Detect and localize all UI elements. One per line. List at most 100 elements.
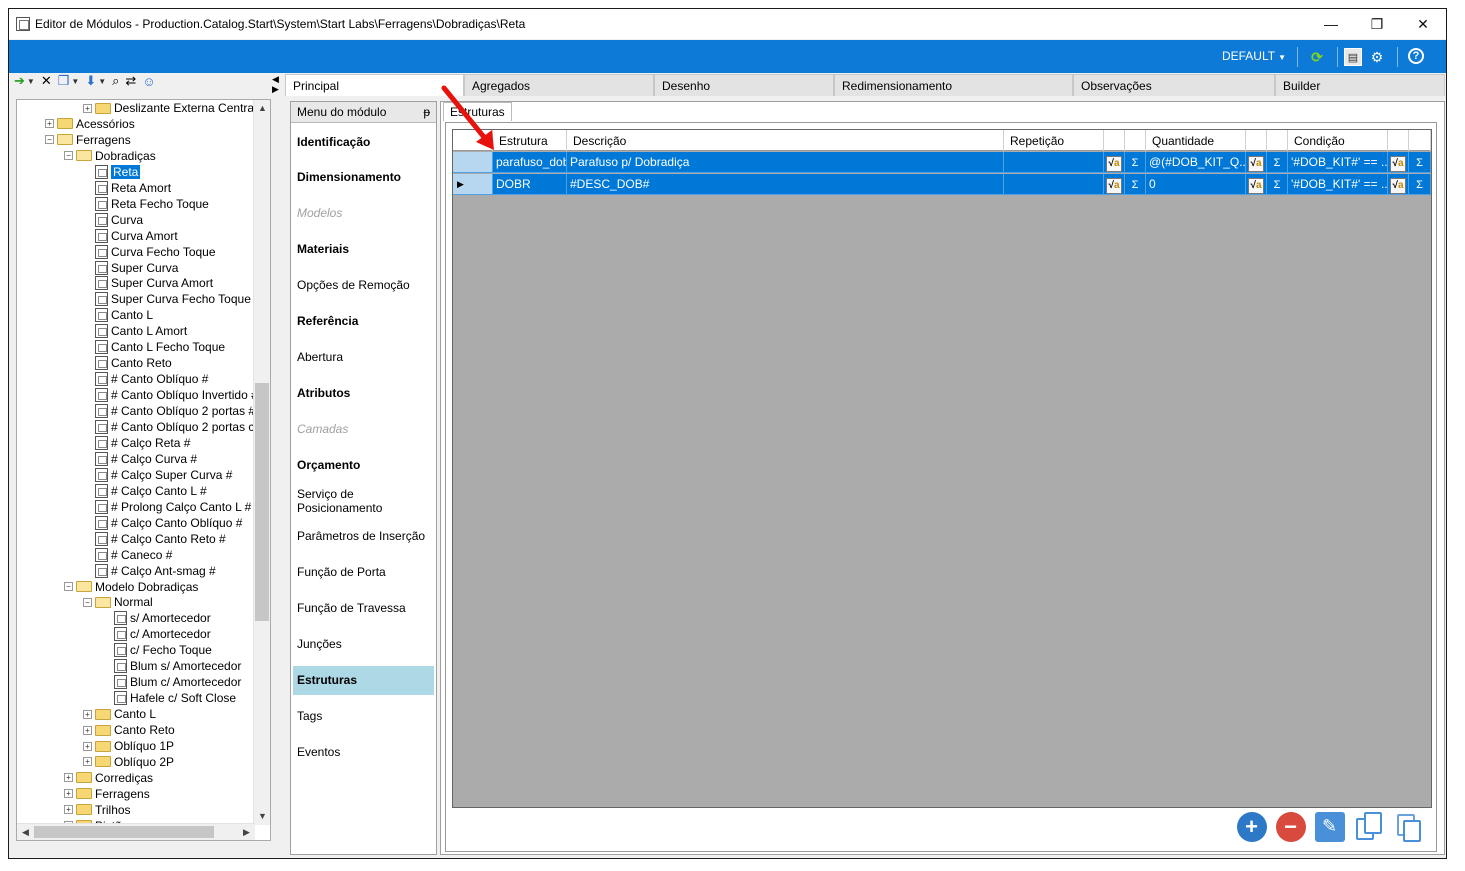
- chevron-down-icon[interactable]: ▼: [27, 77, 35, 86]
- menu-item[interactable]: Materiais: [293, 235, 434, 264]
- collapse-icon[interactable]: −: [45, 135, 54, 144]
- restore-button[interactable]: ❐: [1354, 9, 1400, 39]
- tree-item[interactable]: # Calço Canto Oblíquo #: [95, 515, 242, 531]
- person-icon[interactable]: ☺: [142, 74, 155, 89]
- expand-icon[interactable]: +: [83, 710, 92, 719]
- cell-estrutura[interactable]: DOBR: [493, 174, 567, 195]
- sum-icon[interactable]: Σ: [1125, 152, 1146, 173]
- tree-item[interactable]: c/ Fecho Toque: [114, 642, 212, 658]
- duplicate-button[interactable]: [1352, 810, 1385, 843]
- sum-icon[interactable]: Σ: [1409, 152, 1431, 173]
- tab-desenho[interactable]: Desenho: [654, 74, 834, 96]
- tree-horizontal-scrollbar[interactable]: ◀ ▶: [17, 823, 255, 840]
- col-estrutura[interactable]: Estrutura: [493, 130, 567, 151]
- menu-item[interactable]: Eventos: [293, 737, 434, 766]
- help-icon[interactable]: ?: [1408, 48, 1424, 64]
- tree-item[interactable]: Reta Amort: [95, 180, 171, 196]
- table-row[interactable]: parafuso_dob Parafuso p/ Dobradiça √a Σ …: [453, 152, 1431, 173]
- find-icon[interactable]: ⌕: [112, 73, 119, 89]
- row-marker[interactable]: [453, 152, 493, 173]
- tree-item[interactable]: Reta Fecho Toque: [95, 196, 209, 212]
- tab-observacoes[interactable]: Observações: [1073, 74, 1275, 96]
- module-tree[interactable]: +Deslizante Externa Central+Acessórios−F…: [16, 99, 271, 841]
- tree-item[interactable]: +Ferragens: [64, 786, 150, 802]
- tree-item[interactable]: +Trilhos: [64, 802, 131, 818]
- settings-icon[interactable]: ⚙: [1368, 48, 1386, 66]
- scroll-right-icon[interactable]: ▶: [238, 824, 255, 841]
- move-down-icon[interactable]: ⬇: [85, 73, 96, 89]
- copy-icon[interactable]: ❐: [58, 73, 70, 89]
- tree-item[interactable]: c/ Amortecedor: [114, 626, 211, 642]
- menu-item[interactable]: Estruturas: [293, 666, 434, 695]
- go-icon[interactable]: ➔: [14, 73, 25, 89]
- estruturas-grid[interactable]: Estrutura Descrição Repetição Quantidade…: [452, 129, 1432, 808]
- expand-icon[interactable]: +: [83, 742, 92, 751]
- tree-item[interactable]: # Canto Oblíquo #: [95, 371, 208, 387]
- layout-icon[interactable]: ▤: [1344, 48, 1362, 66]
- delete-icon[interactable]: ✕: [41, 73, 52, 89]
- tree-item[interactable]: +Corrediças: [64, 770, 153, 786]
- cell-condicao[interactable]: '#DOB_KIT#' == ...: [1288, 152, 1388, 173]
- collapse-icon[interactable]: −: [83, 598, 92, 607]
- tree-item[interactable]: Super Curva: [95, 260, 178, 276]
- cell-descricao[interactable]: Parafuso p/ Dobradiça: [567, 152, 1004, 173]
- col-descricao[interactable]: Descrição: [567, 130, 1004, 151]
- scroll-up-icon[interactable]: ▲: [254, 100, 271, 117]
- scroll-thumb[interactable]: [34, 826, 214, 838]
- chevron-down-icon[interactable]: ▼: [98, 77, 106, 86]
- tree-item[interactable]: −Normal: [83, 594, 153, 610]
- sum-icon[interactable]: Σ: [1409, 174, 1431, 195]
- tree-item[interactable]: # Calço Reta #: [95, 435, 190, 451]
- menu-item[interactable]: Identificação: [293, 127, 434, 156]
- menu-item[interactable]: Parâmetros de Inserção: [293, 522, 434, 551]
- menu-item[interactable]: Junções: [293, 630, 434, 659]
- scroll-down-icon[interactable]: ▼: [254, 808, 271, 825]
- col-condicao-formula[interactable]: [1388, 130, 1409, 151]
- tree-item[interactable]: +Acessórios: [45, 116, 135, 132]
- menu-item[interactable]: Orçamento: [293, 450, 434, 479]
- row-marker[interactable]: ▶: [453, 174, 493, 195]
- tab-principal[interactable]: Principal: [285, 74, 464, 96]
- expand-icon[interactable]: +: [64, 789, 73, 798]
- profile-dropdown[interactable]: DEFAULT▼: [1222, 49, 1286, 63]
- expand-icon[interactable]: +: [83, 726, 92, 735]
- formula-icon[interactable]: √a: [1388, 152, 1409, 173]
- menu-item[interactable]: Tags: [293, 701, 434, 730]
- cell-repeticao[interactable]: [1004, 152, 1104, 173]
- formula-icon[interactable]: √a: [1388, 174, 1409, 195]
- tree-item[interactable]: Canto L: [95, 307, 153, 323]
- col-condicao[interactable]: Condição: [1288, 130, 1388, 151]
- menu-item[interactable]: Opções de Remoção: [293, 271, 434, 300]
- col-quantidade-formula[interactable]: [1246, 130, 1267, 151]
- sum-icon[interactable]: Σ: [1267, 174, 1288, 195]
- splitter-arrows[interactable]: ◀▶: [272, 74, 282, 94]
- table-row[interactable]: ▶ DOBR #DESC_DOB# √a Σ 0 √a Σ '#DOB_KIT#…: [453, 174, 1431, 195]
- folder-sync-icon[interactable]: ⇄: [125, 73, 136, 89]
- tree-item[interactable]: −Dobradiças: [64, 148, 156, 164]
- col-repeticao-sum[interactable]: [1125, 130, 1146, 151]
- tree-item[interactable]: Blum s/ Amortecedor: [114, 658, 241, 674]
- menu-item[interactable]: Dimensionamento: [293, 163, 434, 192]
- tree-item[interactable]: +Oblíquo 1P: [83, 738, 174, 754]
- sum-icon[interactable]: Σ: [1125, 174, 1146, 195]
- paste-button[interactable]: [1391, 810, 1424, 843]
- tree-vertical-scrollbar[interactable]: ▲ ▼: [253, 100, 270, 825]
- tree-item[interactable]: # Canto Oblíquo 2 portas c/: [95, 419, 255, 435]
- tree-item[interactable]: +Oblíquo 2P: [83, 754, 174, 770]
- formula-icon[interactable]: √a: [1104, 174, 1125, 195]
- tree-item[interactable]: Super Curva Amort: [95, 275, 213, 291]
- cell-quantidade[interactable]: 0: [1146, 174, 1246, 195]
- minimize-button[interactable]: —: [1308, 9, 1354, 39]
- scroll-thumb[interactable]: [255, 383, 269, 621]
- sum-icon[interactable]: Σ: [1267, 152, 1288, 173]
- tree-item[interactable]: −Modelo Dobradiças: [64, 579, 198, 595]
- pin-icon[interactable]: ᵽ: [423, 105, 430, 119]
- tree-item[interactable]: Super Curva Fecho Toque: [95, 291, 251, 307]
- menu-item[interactable]: Função de Porta: [293, 558, 434, 587]
- collapse-icon[interactable]: −: [64, 582, 73, 591]
- edit-button[interactable]: ✎: [1313, 810, 1346, 843]
- tree-item[interactable]: # Calço Canto L #: [95, 483, 207, 499]
- formula-icon[interactable]: √a: [1246, 152, 1267, 173]
- formula-icon[interactable]: √a: [1104, 152, 1125, 173]
- tree-item[interactable]: # Canto Oblíquo 2 portas #: [95, 403, 255, 419]
